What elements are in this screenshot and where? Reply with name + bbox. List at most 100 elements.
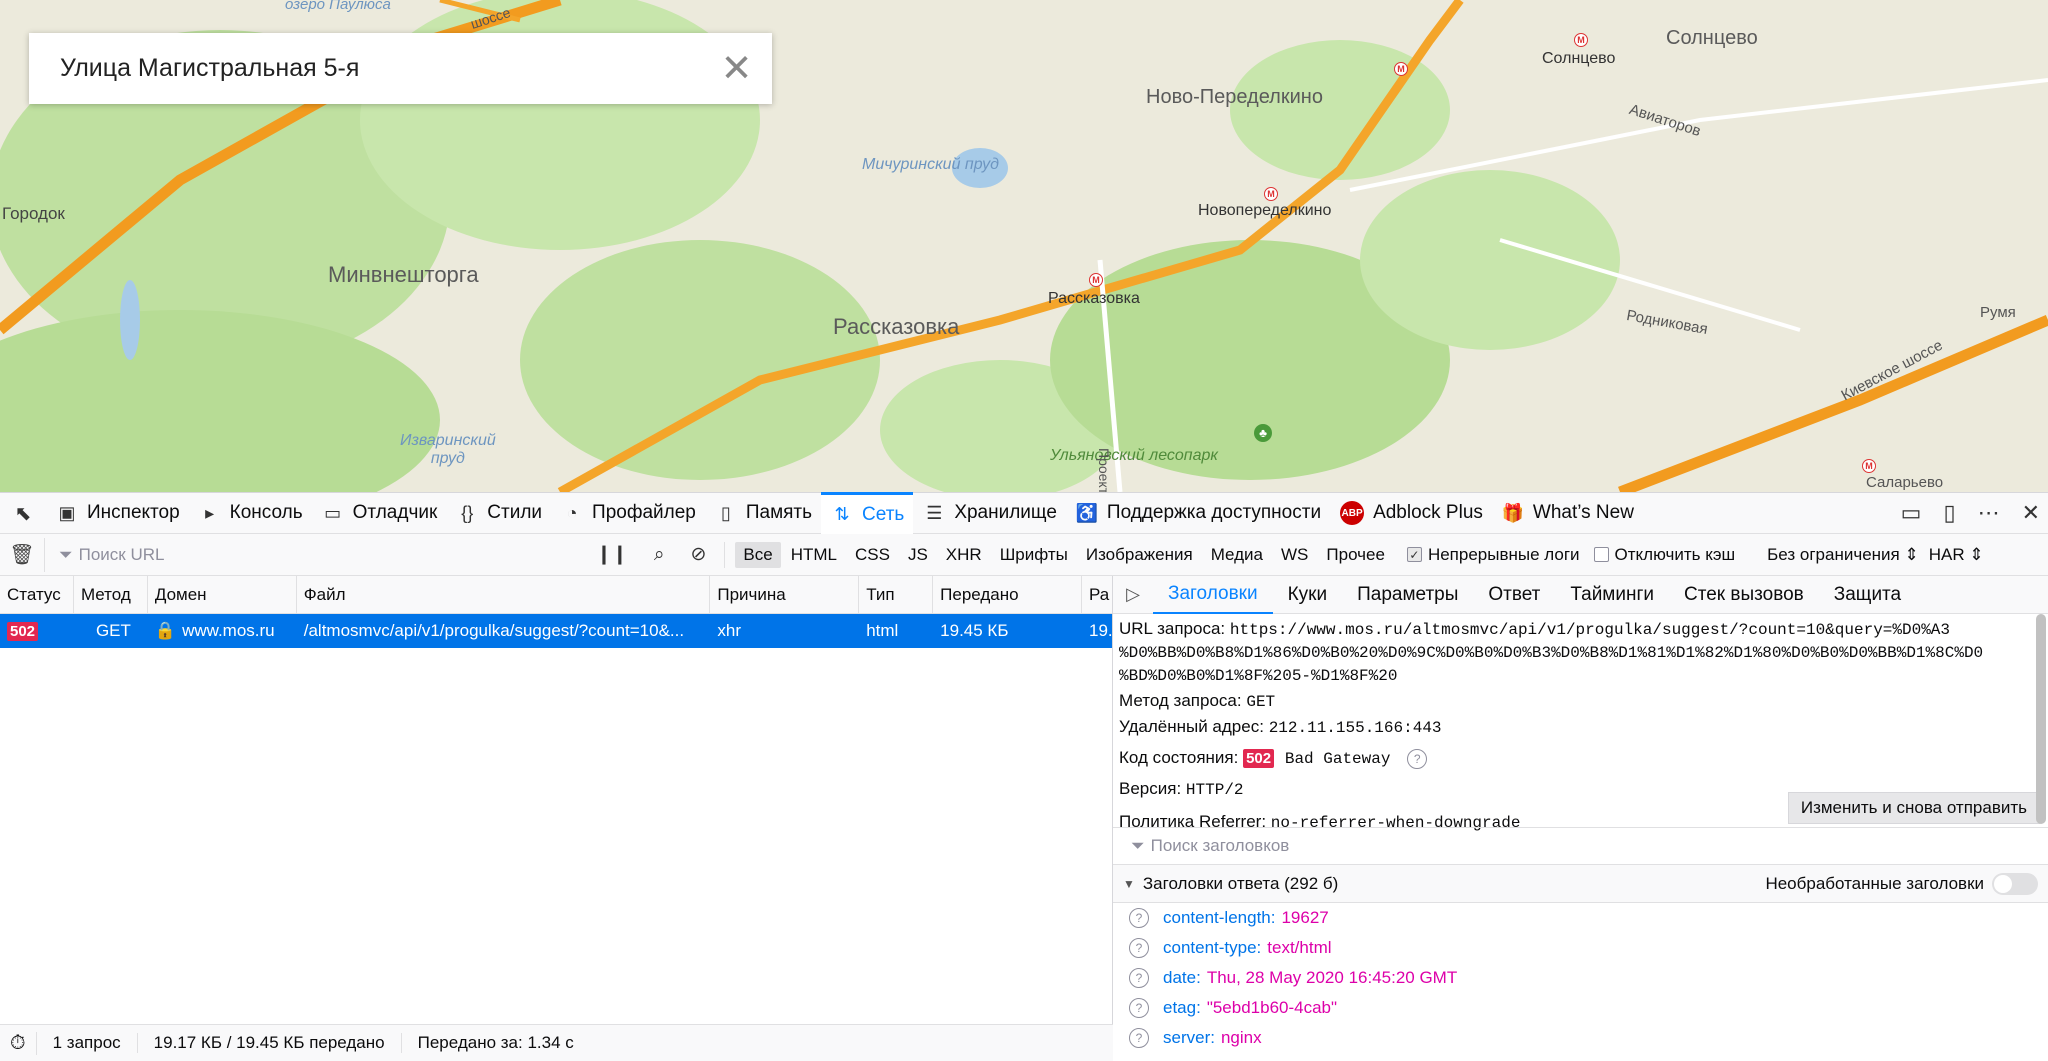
tab-console[interactable]: ▸ Консоль [189, 492, 312, 534]
help-icon[interactable]: ? [1407, 749, 1428, 769]
tab-inspector[interactable]: ▣ Инспектор [46, 492, 189, 534]
tab-debugger[interactable]: ▭ Отладчик [312, 492, 447, 534]
block-icon[interactable]: ⊘ [690, 543, 706, 566]
type-filter-other[interactable]: Прочее [1318, 542, 1393, 568]
header-search-input[interactable]: ⏷ Поиск заголовков [1113, 827, 2048, 865]
map-view[interactable]: Городок Минвнешторга Рассказовка Рассказ… [0, 0, 2048, 492]
tab-timings[interactable]: Тайминги [1555, 576, 1669, 614]
header-name: server: [1163, 1028, 1215, 1047]
help-icon[interactable]: ? [1129, 1028, 1149, 1048]
column-file[interactable]: Файл [297, 576, 711, 613]
tab-network[interactable]: ⇅ Сеть [821, 492, 914, 534]
column-domain[interactable]: Домен [148, 576, 297, 613]
tab-whats-new[interactable]: 🎁 What’s New [1492, 492, 1643, 534]
request-domain-text: www.mos.ru [182, 621, 275, 640]
raw-headers-toggle[interactable] [1992, 872, 2038, 895]
header-value: 19627 [1281, 908, 1329, 927]
responsive-icon[interactable]: ▯ [1943, 500, 1955, 526]
har-select[interactable]: HAR ⇕ [1929, 545, 1984, 565]
header-row: ? content-type: text/html [1113, 933, 2048, 963]
tab-storage[interactable]: ☰ Хранилище [913, 492, 1066, 534]
tab-security[interactable]: Защита [1819, 576, 1916, 614]
dock-icon[interactable]: ▭ [1901, 500, 1922, 526]
pick-element-icon[interactable]: ⬉ [0, 501, 46, 526]
table-row[interactable]: 502 GET 🔒 www.mos.ru /altmosmvc/api/v1/pr… [0, 614, 1112, 648]
remote-address-row: Удалённый адрес: 212.11.155.166:443 [1119, 716, 2042, 739]
persist-logs-checkbox[interactable]: ✓ Непрерывные логи [1406, 545, 1580, 565]
tab-label: Хранилище [954, 502, 1057, 523]
metro-icon: M [1264, 187, 1278, 201]
tab-accessibility[interactable]: ♿ Поддержка доступности [1066, 492, 1330, 534]
type-filter-media[interactable]: Медиа [1203, 542, 1271, 568]
map-label-michurinsky: Мичуринский пруд [862, 156, 999, 173]
pause-icon[interactable]: ❙❙ [596, 543, 628, 566]
caret-down-icon: ▼ [1123, 876, 1135, 891]
url-filter-input[interactable]: ⏷ Поиск URL [44, 537, 578, 572]
trash-icon[interactable]: 🗑 [0, 542, 44, 567]
column-status[interactable]: Статус [0, 576, 74, 613]
status-badge: 502 [7, 621, 39, 641]
column-cause[interactable]: Причина [710, 576, 860, 613]
map-search-box[interactable]: Улица Магистральная 5-я ✕ [29, 33, 772, 104]
accessibility-icon: ♿ [1075, 502, 1099, 523]
request-method-row: Метод запроса: GET [1119, 690, 2042, 713]
column-type[interactable]: Тип [859, 576, 934, 613]
request-type: html [866, 621, 899, 640]
map-label-novo-peredelkino: Ново-Переделкино [1146, 86, 1323, 108]
remote-value: 212.11.155.166:443 [1268, 719, 1442, 737]
tab-cookies[interactable]: Куки [1273, 576, 1343, 614]
tab-adblock-plus[interactable]: ABP Adblock Plus [1330, 492, 1492, 534]
more-icon[interactable]: ⋯ [1978, 500, 2000, 526]
column-method[interactable]: Метод [74, 576, 148, 613]
request-url-value-2: %D0%BB%D0%B8%D1%86%D0%B0%20%D0%9C%D0%B0%… [1119, 644, 1984, 662]
type-filter-xhr[interactable]: XHR [938, 542, 990, 568]
tab-params[interactable]: Параметры [1342, 576, 1473, 614]
column-size[interactable]: Ра [1082, 576, 1112, 613]
map-search-value[interactable]: Улица Магистральная 5-я [60, 54, 701, 83]
request-cause: xhr [717, 621, 741, 640]
close-devtools-icon[interactable]: ✕ [2022, 500, 2040, 526]
filter-icon: ⏷ [59, 544, 73, 564]
header-row: ? content-length: 19627 [1113, 903, 2048, 933]
response-headers-section[interactable]: ▼ Заголовки ответа (292 б) Необработанны… [1113, 865, 2048, 903]
type-filter-all[interactable]: Все [735, 541, 781, 568]
stopwatch-icon[interactable]: ⏱ [0, 1031, 37, 1055]
type-filter-css[interactable]: CSS [847, 542, 898, 568]
remote-label: Удалённый адрес: [1119, 717, 1264, 736]
metro-icon: M [1574, 33, 1588, 47]
type-filter-html[interactable]: HTML [783, 542, 845, 568]
type-filter-images[interactable]: Изображения [1078, 542, 1201, 568]
disable-cache-checkbox[interactable]: Отключить кэш [1593, 545, 1735, 565]
scrollbar[interactable] [2036, 614, 2046, 824]
map-label-salaryevo: Саларьево [1866, 474, 1944, 491]
toggle-sidebar-icon[interactable]: ▷ [1113, 584, 1153, 605]
help-icon[interactable]: ? [1129, 908, 1149, 928]
help-icon[interactable]: ? [1129, 998, 1149, 1018]
devtools-toolbar: ⬉ ▣ Инспектор ▸ Консоль ▭ Отладчик {} Стили … [0, 492, 2048, 534]
tab-memory[interactable]: ▯ Память [705, 492, 821, 534]
tab-stack-trace[interactable]: Стек вызовов [1669, 576, 1819, 614]
tab-headers[interactable]: Заголовки [1153, 576, 1273, 614]
close-icon[interactable]: ✕ [701, 33, 772, 104]
tab-label: Профайлер [592, 502, 696, 523]
type-filter-fonts[interactable]: Шрифты [992, 542, 1076, 568]
help-icon[interactable]: ? [1129, 938, 1149, 958]
header-row: ? server: nginx [1113, 1023, 2048, 1053]
tab-profiler[interactable]: ◔ Профайлер [551, 492, 705, 534]
edit-resend-button[interactable]: Изменить и снова отправить [1787, 792, 2040, 824]
map-label-solntsevo: Солнцево [1666, 27, 1758, 49]
profiler-icon: ◔ [566, 502, 578, 523]
map-label-ozero: озеро Паулюса [285, 0, 391, 13]
tab-response[interactable]: Ответ [1473, 576, 1555, 614]
type-filter-ws[interactable]: WS [1273, 542, 1316, 568]
throttle-select[interactable]: Без ограничения ⇕ [1767, 545, 1919, 565]
tab-label: What’s New [1532, 502, 1634, 523]
lock-icon: 🔒 [154, 621, 177, 640]
type-filter-js[interactable]: JS [900, 542, 936, 568]
help-icon[interactable]: ? [1129, 968, 1149, 988]
tab-styles[interactable]: {} Стили [446, 492, 551, 534]
map-label-rasskazovka-metro: Рассказовка [1048, 290, 1140, 307]
inspector-icon: ▣ [58, 502, 76, 523]
search-icon[interactable]: ⌕ [654, 544, 665, 566]
column-transferred[interactable]: Передано [933, 576, 1082, 613]
